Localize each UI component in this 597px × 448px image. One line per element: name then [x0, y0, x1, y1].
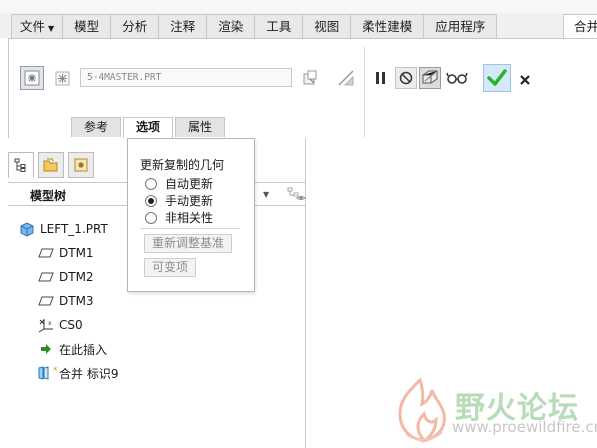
options-popup-panel: 更新复制的几何 自动更新 手动更新 非相关性 重新调整基准 可变项 — [127, 138, 255, 292]
watermark-url: www.proewildfire.cn — [452, 418, 597, 436]
tab-tools[interactable]: 工具 — [254, 14, 303, 38]
ribbon-menubar: 文件 ▼ 模型 分析 注释 渲染 工具 视图 柔性建模 应用程序 合并 — [0, 0, 597, 39]
tab-applications-label: 应用程序 — [435, 19, 486, 34]
tree-item-insert-here[interactable]: 在此插入 — [37, 339, 107, 359]
subtab-properties[interactable]: 属性 — [175, 117, 226, 137]
radio-manual-update[interactable]: 手动更新 — [145, 192, 213, 209]
datum-plane-icon — [37, 269, 55, 285]
datum-plane-icon — [37, 293, 55, 309]
tree-item-root-part[interactable]: LEFT_1.PRT — [18, 219, 108, 239]
no-preview-icon[interactable] — [395, 67, 417, 89]
tab-analysis-label: 分析 — [122, 19, 148, 34]
tab-merge[interactable]: 合并 — [563, 14, 597, 39]
model-tree-title: 模型树 — [30, 189, 67, 203]
tree-item-dtm2[interactable]: DTM2 — [37, 267, 94, 287]
verify-mode-icon[interactable] — [419, 67, 441, 89]
coordinate-system-icon: x — [37, 317, 55, 333]
tree-item-dtm3[interactable]: DTM3 — [37, 291, 94, 311]
tree-item-merge-feature[interactable]: * 合并 标识9 — [37, 363, 118, 383]
open-model-icon[interactable] — [300, 68, 320, 88]
subtab-reference-label: 参考 — [84, 120, 109, 134]
svg-text:*: * — [53, 366, 58, 376]
tab-merge-label: 合并 — [574, 19, 597, 34]
coordinate-ref-icon[interactable] — [53, 69, 73, 89]
watermark-logo-icon — [386, 374, 454, 448]
tab-flexible-modeling[interactable]: 柔性建模 — [350, 14, 424, 38]
glasses-preview-icon[interactable] — [445, 68, 469, 88]
navigator-tabs — [8, 152, 98, 178]
tab-annotate[interactable]: 注释 — [158, 14, 207, 38]
tree-item-label: LEFT_1.PRT — [40, 222, 108, 236]
rescale-datums-button[interactable]: 重新调整基准 — [144, 234, 233, 253]
chevron-down-icon: ▼ — [48, 24, 55, 33]
update-geometry-title: 更新复制的几何 — [140, 158, 225, 172]
tab-file-label: 文件 — [20, 19, 46, 34]
radio-auto-update[interactable]: 自动更新 — [145, 175, 213, 192]
ok-checkmark-button[interactable] — [483, 64, 511, 92]
reference-model-field[interactable]: 5-4MASTER.PRT — [80, 68, 292, 87]
reference-model-name: 5-4MASTER.PRT — [87, 72, 162, 83]
tab-tools-label: 工具 — [266, 19, 292, 34]
dashboard-subtabs: 参考 选项 属性 — [71, 117, 227, 138]
subtab-options[interactable]: 选项 — [123, 117, 174, 138]
merge-dashboard: 5-4MASTER.PRT 参考 选项 属性 — [8, 38, 597, 138]
variable-items-label: 可变项 — [152, 260, 189, 274]
tab-analysis[interactable]: 分析 — [110, 14, 159, 38]
radio-button[interactable] — [145, 211, 157, 224]
tree-item-dtm1[interactable]: DTM1 — [37, 243, 94, 263]
tab-file[interactable]: 文件 ▼ — [11, 14, 63, 38]
tree-item-label: DTM1 — [59, 246, 94, 260]
tree-item-label: DTM2 — [59, 270, 94, 284]
dashboard-separator — [364, 47, 365, 137]
subtab-options-label: 选项 — [136, 120, 161, 134]
tab-applications[interactable]: 应用程序 — [423, 14, 498, 38]
tab-annotate-label: 注释 — [170, 19, 196, 34]
tree-item-label: 在此插入 — [59, 342, 108, 357]
radio-non-dependent-label: 非相关性 — [165, 211, 214, 225]
tab-model[interactable]: 模型 — [62, 14, 111, 38]
tree-item-label: 合并 标识9 — [59, 366, 119, 381]
tab-view[interactable]: 视图 — [302, 14, 351, 38]
subtab-reference[interactable]: 参考 — [71, 117, 122, 137]
radio-non-dependent[interactable]: 非相关性 — [145, 209, 213, 226]
insert-here-arrow-icon — [37, 341, 55, 357]
tree-item-label: CS0 — [59, 318, 83, 332]
datum-plane-icon — [37, 245, 55, 261]
model-tree-tab-icon[interactable] — [8, 152, 34, 178]
cancel-close-icon[interactable] — [515, 69, 535, 89]
variable-items-button[interactable]: 可变项 — [144, 258, 197, 277]
svg-text:x: x — [48, 320, 52, 327]
chevron-down-icon[interactable]: ▼ — [263, 190, 269, 199]
folder-browser-tab-icon[interactable] — [38, 152, 64, 178]
ribbon-tabs: 文件 ▼ 模型 分析 注释 渲染 工具 视图 柔性建模 应用程序 — [11, 14, 498, 38]
radio-auto-update-label: 自动更新 — [165, 177, 214, 191]
popup-divider — [140, 228, 240, 229]
radio-button[interactable] — [145, 177, 157, 190]
favorites-tab-icon[interactable] — [68, 152, 94, 178]
datum-plane-toggle-icon[interactable] — [336, 68, 356, 88]
tab-flexible-modeling-label: 柔性建模 — [362, 19, 413, 34]
reference-select-icon[interactable] — [20, 66, 44, 90]
tree-item-label: DTM3 — [59, 294, 94, 308]
radio-button-selected[interactable] — [145, 194, 157, 207]
tree-settings-icon[interactable] — [286, 186, 306, 204]
rescale-datums-label: 重新调整基准 — [152, 236, 225, 250]
subtab-properties-label: 属性 — [188, 120, 213, 134]
tree-item-cs0[interactable]: x CS0 — [37, 315, 83, 335]
part-icon — [18, 221, 36, 237]
tab-render-label: 渲染 — [218, 19, 244, 34]
radio-manual-update-label: 手动更新 — [165, 194, 214, 208]
pause-icon[interactable] — [371, 68, 391, 88]
tab-view-label: 视图 — [314, 19, 340, 34]
tab-model-label: 模型 — [74, 19, 100, 34]
tab-render[interactable]: 渲染 — [206, 14, 255, 38]
ribbon-top-strip — [0, 0, 597, 13]
